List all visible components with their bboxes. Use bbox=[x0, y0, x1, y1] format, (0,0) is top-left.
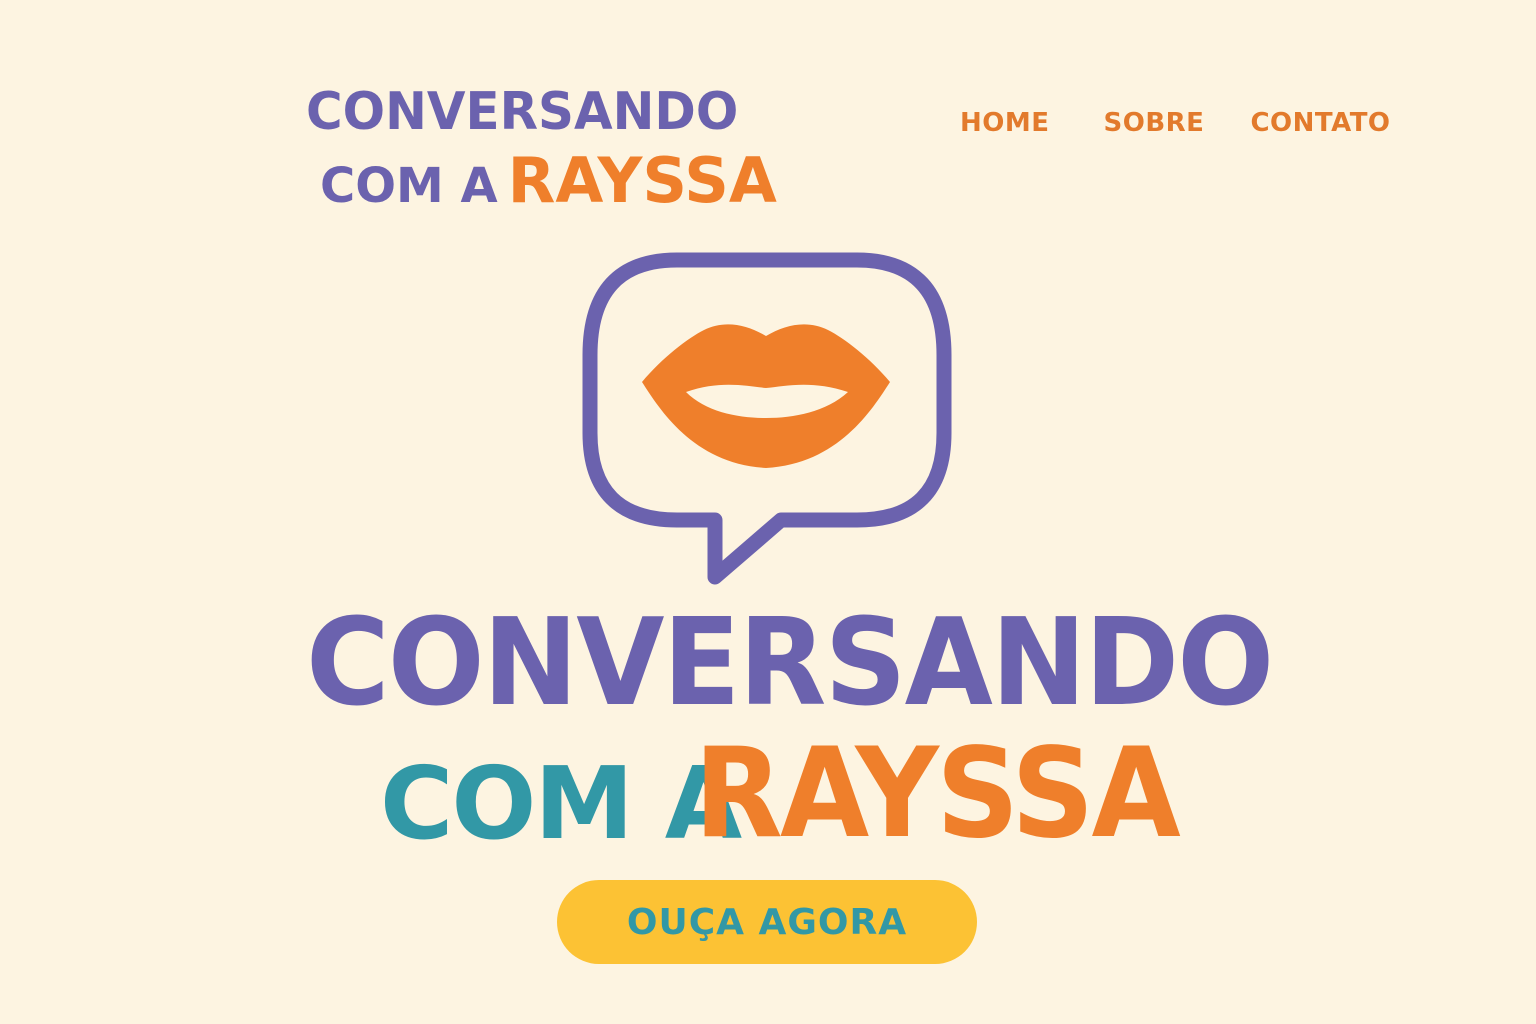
main-nav: HOME SOBRE CONTATO bbox=[960, 106, 1391, 140]
nav-link-sobre[interactable]: SOBRE bbox=[1104, 108, 1205, 138]
hero-title-com-a: COM A bbox=[380, 745, 742, 862]
hero-title-conversando: CONVERSANDO bbox=[306, 594, 1274, 733]
logo-rayssa: RAYSSA bbox=[507, 144, 777, 217]
nav-link-home[interactable]: HOME bbox=[960, 108, 1050, 138]
nav-link-contato[interactable]: CONTATO bbox=[1250, 108, 1390, 138]
hero-title-rayssa: RAYSSA bbox=[694, 722, 1181, 866]
logo-com-a: COM A bbox=[320, 158, 498, 214]
logo-line-conversando: CONVERSANDO bbox=[306, 82, 739, 142]
listen-now-button[interactable]: OUÇA AGORA bbox=[557, 880, 977, 964]
lips-icon bbox=[642, 324, 890, 468]
site-logo[interactable]: CONVERSANDO COM A RAYSSA bbox=[306, 82, 777, 214]
speech-bubble-lips-icon bbox=[582, 252, 952, 585]
logo-line-com-a-rayssa: COM A RAYSSA bbox=[306, 150, 777, 214]
